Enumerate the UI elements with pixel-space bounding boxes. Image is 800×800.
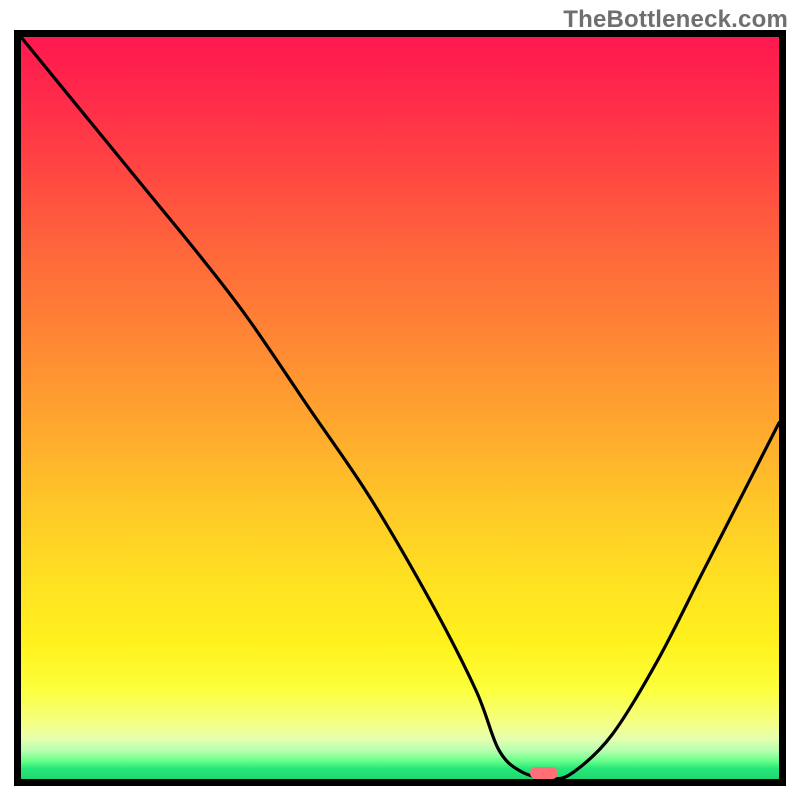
plot-area <box>14 30 786 786</box>
chart-container: TheBottleneck.com <box>0 0 800 800</box>
bottleneck-curve <box>21 37 779 779</box>
watermark-text: TheBottleneck.com <box>563 6 788 34</box>
optimal-marker <box>530 767 558 779</box>
curve-svg <box>21 37 779 779</box>
